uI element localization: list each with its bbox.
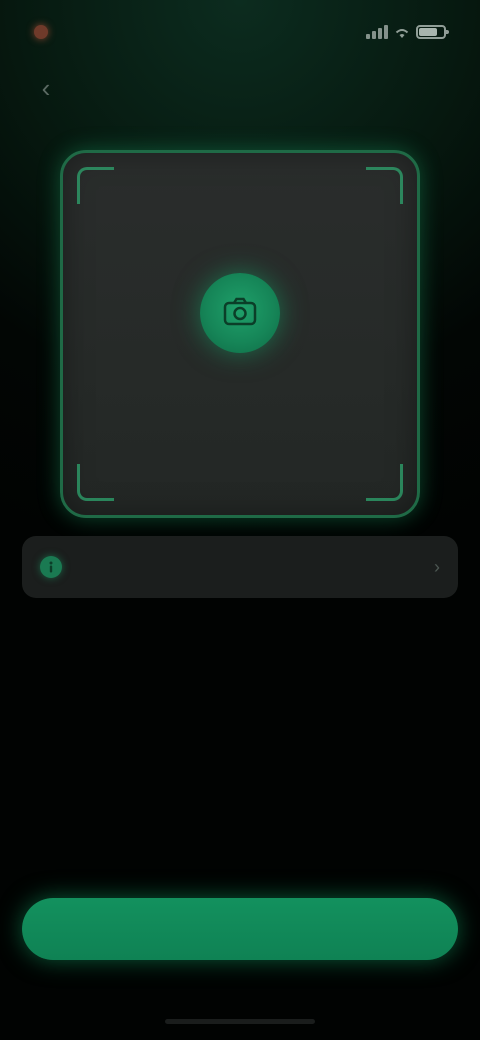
info-row[interactable]: ›	[22, 536, 458, 598]
wifi-icon	[394, 26, 410, 38]
recording-indicator-icon	[34, 25, 48, 39]
scan-corner-bottom-left	[77, 464, 114, 501]
scan-corner-top-left	[77, 167, 114, 204]
signal-icon	[366, 25, 388, 39]
scan-corner-bottom-right	[366, 464, 403, 501]
status-right	[356, 25, 449, 39]
info-icon	[40, 556, 62, 578]
status-bar	[0, 0, 480, 64]
home-indicator[interactable]	[165, 1019, 315, 1024]
capture-button[interactable]	[200, 273, 280, 353]
scan-corner-top-right	[366, 167, 403, 204]
battery-icon	[416, 25, 449, 39]
camera-icon	[223, 296, 257, 331]
chevron-right-icon: ›	[434, 556, 440, 577]
scanner-screen: ‹ ›	[0, 0, 480, 1040]
scan-frame[interactable]	[60, 150, 420, 518]
back-button[interactable]: ‹	[26, 70, 66, 106]
chevron-left-icon: ‹	[41, 72, 51, 103]
status-left	[34, 25, 56, 39]
primary-action-button[interactable]	[22, 898, 458, 960]
